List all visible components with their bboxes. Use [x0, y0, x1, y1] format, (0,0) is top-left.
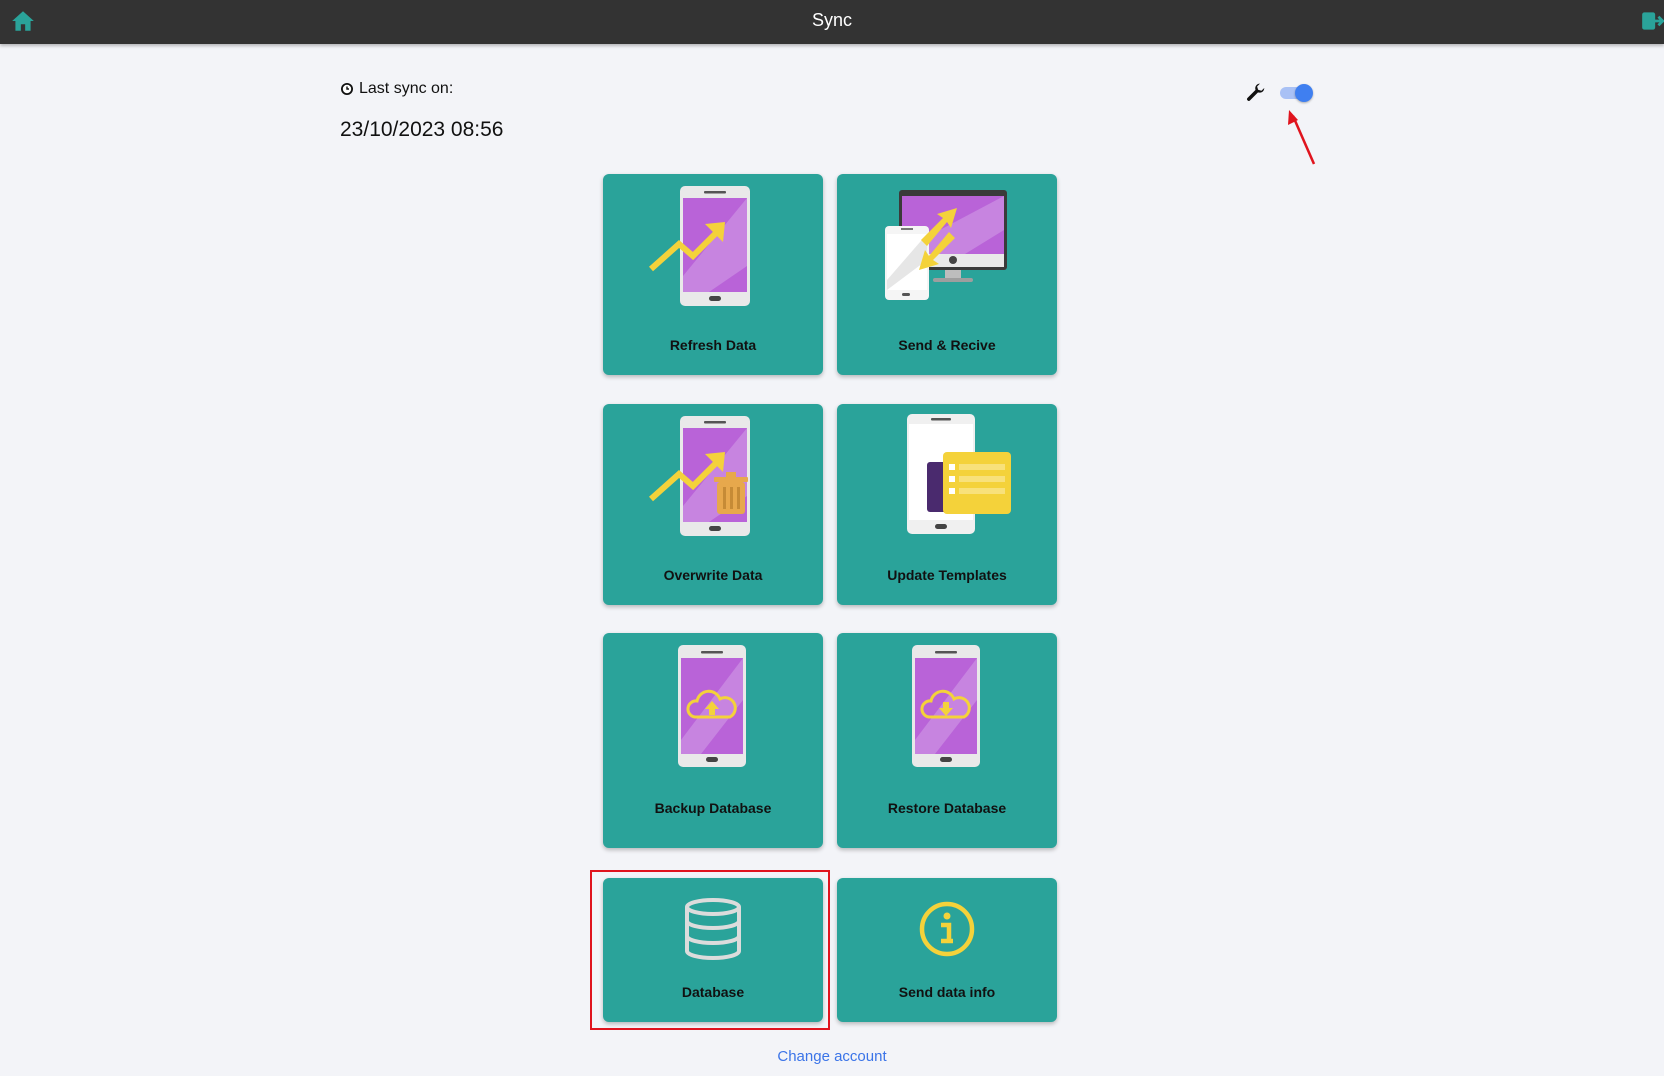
- phone-cloud-download-icon: [912, 645, 980, 767]
- send-receive-tile[interactable]: Send & Recive: [837, 174, 1057, 375]
- phone-chart-trash-icon: [649, 416, 750, 536]
- annotation-arrow: [1288, 110, 1316, 165]
- tile-label: Refresh Data: [669, 337, 757, 353]
- tile-label: Overwrite Data: [663, 567, 763, 583]
- tile-label: Restore Database: [887, 800, 1007, 816]
- wrench-icon[interactable]: [1245, 82, 1267, 104]
- change-account-link[interactable]: Change account: [0, 1048, 1664, 1065]
- phone-chart-icon: [649, 186, 750, 306]
- refresh-data-tile[interactable]: Refresh Data: [603, 174, 823, 375]
- page-title: Sync: [811, 10, 853, 30]
- tile-label: Send data info: [898, 984, 996, 1000]
- overwrite-data-tile[interactable]: Overwrite Data: [603, 404, 823, 605]
- last-sync-label: Last sync on:: [359, 80, 454, 97]
- phone-cloud-upload-icon: [678, 645, 746, 767]
- toggle-knob: [1295, 84, 1313, 102]
- tile-label: Database: [681, 984, 745, 1000]
- logout-icon[interactable]: [1640, 8, 1664, 34]
- update-templates-tile[interactable]: Update Templates: [837, 404, 1057, 605]
- last-sync-info: Last sync on:: [340, 80, 453, 98]
- devices-sync-icon: [885, 190, 1007, 300]
- tile-label: Send & Recive: [898, 337, 996, 353]
- send-data-info-tile[interactable]: Send data info: [837, 878, 1057, 1022]
- tile-label: Update Templates: [887, 567, 1007, 583]
- clock-icon: [341, 83, 353, 95]
- backup-database-tile[interactable]: Backup Database: [603, 633, 823, 848]
- phone-template-icon: [907, 414, 1011, 534]
- top-bar: Sync: [0, 0, 1664, 44]
- database-tile[interactable]: Database: [603, 878, 823, 1022]
- last-sync-date: 23/10/2023 08:56: [340, 118, 504, 141]
- tile-label: Backup Database: [654, 800, 772, 816]
- info-icon: [919, 901, 975, 957]
- restore-database-tile[interactable]: Restore Database: [837, 633, 1057, 848]
- database-icon: [685, 898, 741, 960]
- sync-toggle[interactable]: [1278, 84, 1313, 102]
